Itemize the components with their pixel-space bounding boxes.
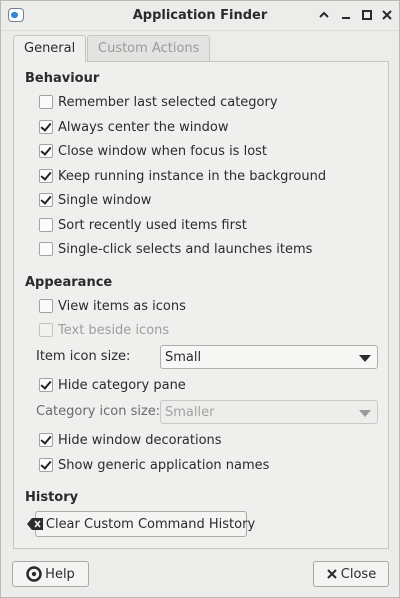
behaviour-heading: Behaviour: [25, 71, 100, 86]
sort-recent-checkbox[interactable]: Sort recently used items first: [39, 216, 247, 234]
backspace-icon: [26, 518, 43, 530]
dropdown-arrow-icon: [359, 355, 371, 362]
category-icon-size-select: Smaller: [160, 400, 378, 424]
minimize-icon[interactable]: [338, 7, 354, 23]
maximize-icon[interactable]: [359, 7, 375, 23]
checkbox-label: Text beside icons: [58, 322, 170, 338]
checkbox-box[interactable]: [39, 144, 53, 158]
tab-general[interactable]: General: [13, 35, 87, 62]
dropdown-arrow-icon: [359, 410, 371, 417]
checkbox-label: Keep running instance in the background: [58, 168, 327, 184]
checkbox-box[interactable]: [39, 242, 53, 256]
tab-custom-actions[interactable]: Custom Actions: [87, 35, 211, 61]
close-icon: [326, 568, 338, 580]
application-finder-window: Application Finder General Custom Action…: [0, 0, 400, 598]
history-heading: History: [25, 490, 79, 505]
single-click-checkbox[interactable]: Single-click selects and launches items: [39, 240, 312, 258]
checkbox-label: Single-click selects and launches items: [58, 241, 313, 257]
help-icon: [26, 566, 42, 582]
checkbox-box[interactable]: [39, 193, 53, 207]
category-icon-size-label: Category icon size:: [36, 404, 161, 419]
close-window-icon[interactable]: [379, 7, 395, 23]
checkbox-label: Hide window decorations: [58, 432, 222, 448]
close-button[interactable]: Close: [313, 561, 389, 587]
checkbox-box[interactable]: [39, 458, 53, 472]
checkbox-box[interactable]: [39, 378, 53, 392]
hide-category-pane-checkbox[interactable]: Hide category pane: [39, 376, 186, 394]
checkbox-box[interactable]: [39, 169, 53, 183]
view-as-icons-checkbox[interactable]: View items as icons: [39, 297, 186, 315]
keep-running-checkbox[interactable]: Keep running instance in the background: [39, 167, 326, 185]
close-label: Close: [340, 566, 377, 582]
checkbox-box[interactable]: [39, 120, 53, 134]
text-beside-icons-checkbox: Text beside icons: [39, 321, 169, 339]
checkbox-label: Sort recently used items first: [58, 217, 247, 233]
remember-category-checkbox[interactable]: Remember last selected category: [39, 93, 278, 111]
checkbox-label: Show generic application names: [58, 457, 270, 473]
item-icon-size-label: Item icon size:: [36, 349, 131, 364]
hide-decorations-checkbox[interactable]: Hide window decorations: [39, 431, 222, 449]
help-button[interactable]: Help: [12, 561, 89, 587]
title-bar[interactable]: Application Finder: [1, 1, 399, 31]
chevron-up-icon[interactable]: [316, 7, 332, 23]
checkbox-label: Always center the window: [58, 119, 229, 135]
checkbox-box[interactable]: [39, 218, 53, 232]
center-window-checkbox[interactable]: Always center the window: [39, 118, 228, 136]
generic-names-checkbox[interactable]: Show generic application names: [39, 456, 269, 474]
checkbox-label: Hide category pane: [58, 377, 186, 393]
clear-history-button[interactable]: Clear Custom Command History: [26, 511, 255, 537]
checkbox-label: View items as icons: [58, 298, 186, 314]
checkbox-label: Remember last selected category: [58, 94, 278, 110]
category-icon-size-value: Smaller: [165, 405, 215, 420]
checkbox-box[interactable]: [39, 299, 53, 313]
general-panel: Behaviour Remember last selected categor…: [13, 61, 389, 549]
appearance-heading: Appearance: [25, 275, 113, 290]
checkbox-label: Single window: [58, 192, 152, 208]
help-label: Help: [45, 566, 75, 582]
item-icon-size-value: Small: [165, 350, 202, 365]
checkbox-box[interactable]: [39, 95, 53, 109]
single-window-checkbox[interactable]: Single window: [39, 191, 151, 209]
item-icon-size-select[interactable]: Small: [160, 345, 378, 369]
clear-history-label: Clear Custom Command History: [45, 516, 256, 532]
checkbox-box: [39, 323, 53, 337]
checkbox-label: Close window when focus is lost: [58, 143, 268, 159]
checkbox-box[interactable]: [39, 433, 53, 447]
close-on-focus-lost-checkbox[interactable]: Close window when focus is lost: [39, 142, 267, 160]
